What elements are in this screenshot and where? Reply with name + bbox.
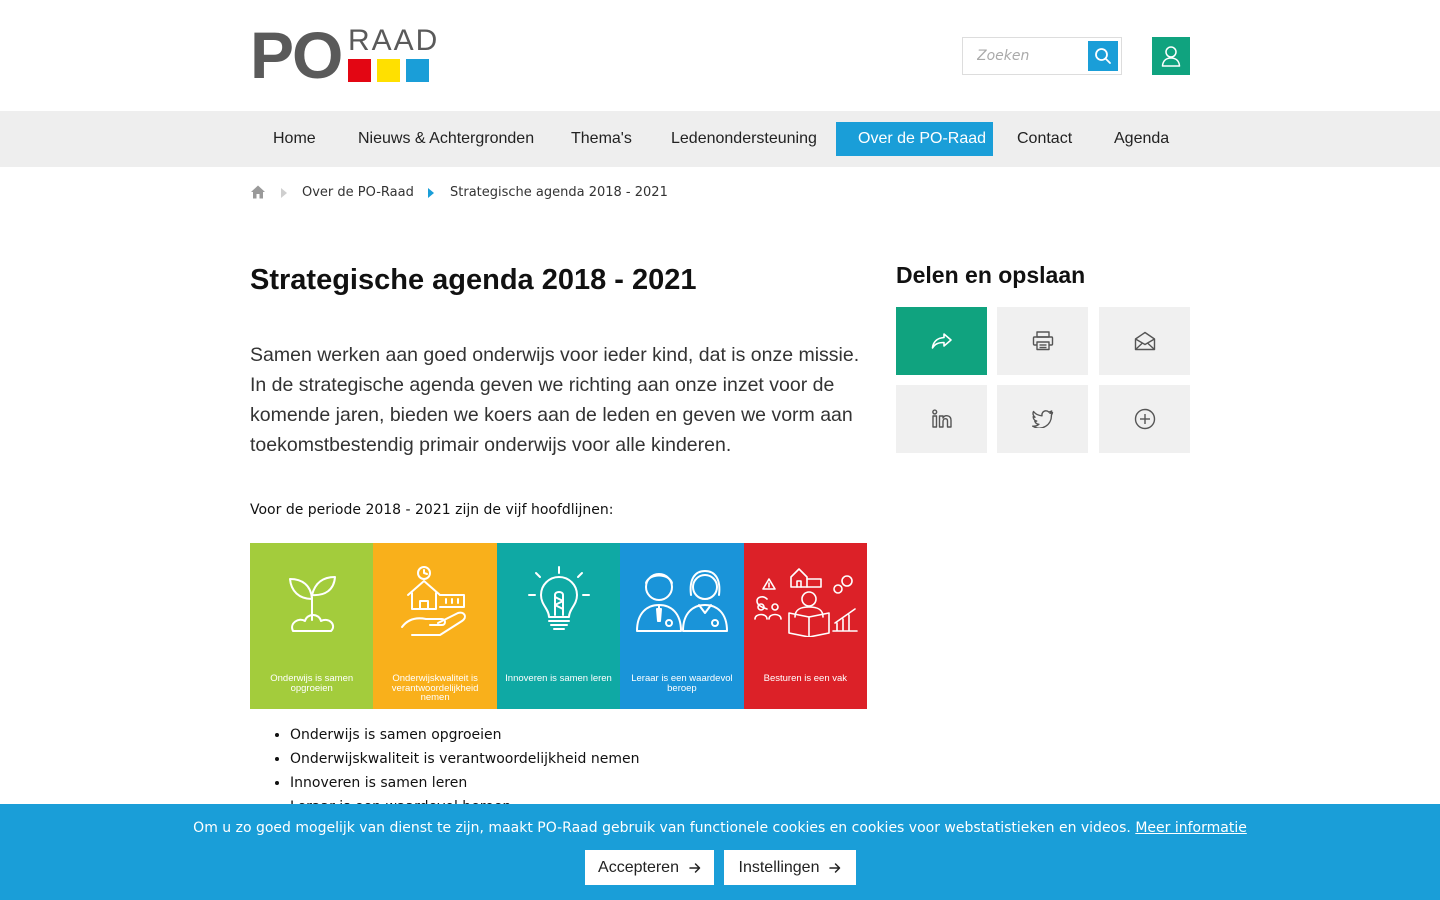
list-item: Onderwijs is samen opgroeien <box>290 726 639 750</box>
nav-item-over-de-po-raad[interactable]: Over de PO-Raad <box>836 122 993 156</box>
intro-paragraph: Samen werken aan goed onderwijs voor ied… <box>250 344 860 456</box>
more-share-button[interactable] <box>1099 385 1190 453</box>
cookie-accept-label: Accepteren <box>598 858 679 876</box>
share-icon <box>931 333 952 349</box>
banner-caption: Innoveren is samen leren <box>505 673 612 684</box>
logo-red-square <box>348 59 371 82</box>
list-item: Onderwijskwaliteit is verantwoordelijkhe… <box>290 750 639 774</box>
main-navigation: Home Nieuws & Achtergronden Thema's Lede… <box>0 111 1440 167</box>
chevron-right-icon <box>428 187 434 202</box>
banner-tile-besturen: Besturen is een vak <box>743 543 868 709</box>
logo-raad-text: RAAD <box>348 24 440 57</box>
twitter-icon <box>1031 410 1053 428</box>
nav-item-contact[interactable]: Contact <box>995 122 1094 156</box>
banner-tile-leraar: Leraar is een waardevol beroep <box>620 543 744 709</box>
email-button[interactable] <box>1099 307 1190 375</box>
governance-icon <box>754 568 859 637</box>
banner-tile-innoveren: Innoveren is samen leren <box>496 543 621 709</box>
arrow-right-icon <box>829 862 841 873</box>
search-button[interactable] <box>1088 41 1118 71</box>
banner-caption: Leraar is een waardevol beroep <box>631 673 733 694</box>
breadcrumb-home-link[interactable] <box>250 184 266 204</box>
po-raad-logo[interactable]: PO RAAD <box>250 22 437 88</box>
arrow-right-icon <box>689 862 701 873</box>
nav-item-nieuws[interactable]: Nieuws & Achtergronden <box>336 122 556 156</box>
twitter-share-button[interactable] <box>997 385 1088 453</box>
print-button[interactable] <box>997 307 1088 375</box>
cookie-message: Om u zo goed mogelijk van dienst te zijn… <box>0 820 1440 836</box>
chevron-right-icon <box>281 187 287 202</box>
teachers-icon <box>635 570 728 632</box>
nav-item-home[interactable]: Home <box>251 122 338 156</box>
site-header: PO RAAD <box>0 0 1440 111</box>
linkedin-icon <box>931 409 952 428</box>
logo-yellow-square <box>377 59 400 82</box>
list-item: Innoveren is samen leren <box>290 774 639 798</box>
logo-blue-square <box>406 59 429 82</box>
banner-tile-verantwoordelijkheid: Onderwijskwaliteit is verantwoordelijkhe… <box>373 543 497 709</box>
nav-item-agenda[interactable]: Agenda <box>1092 122 1191 156</box>
lightbulb-icon <box>527 566 590 630</box>
cookie-settings-label: Instellingen <box>738 858 820 876</box>
search-icon <box>1095 48 1111 64</box>
account-button[interactable] <box>1152 37 1190 75</box>
plant-icon <box>288 576 336 632</box>
cookie-settings-button[interactable]: Instellingen <box>724 850 856 885</box>
cookie-more-info-link[interactable]: Meer informatie <box>1135 820 1247 836</box>
share-section-title: Delen en opslaan <box>896 262 1086 288</box>
search-box <box>962 37 1122 75</box>
banner-tile-samen-opgroeien: Onderwijs is samen opgroeien <box>250 543 374 709</box>
search-input[interactable] <box>963 38 1087 74</box>
cookie-banner <box>0 804 1440 900</box>
lead-text: Voor de periode 2018 - 2021 zijn de vijf… <box>250 502 614 518</box>
breadcrumb-parent-link[interactable]: Over de PO-Raad <box>302 185 414 200</box>
banner-caption: Besturen is een vak <box>763 673 848 684</box>
user-icon <box>1161 46 1181 67</box>
cookie-accept-button[interactable]: Accepteren <box>585 850 714 885</box>
cookie-text: Om u zo goed mogelijk van dienst te zijn… <box>193 820 1131 836</box>
nav-item-ledenondersteuning[interactable]: Ledenondersteuning <box>649 122 839 156</box>
hand-school-icon <box>401 566 467 636</box>
nav-item-themas[interactable]: Thema's <box>549 122 654 156</box>
banner-caption: Onderwijs is samen opgroeien <box>270 673 354 694</box>
logo-po-text: PO <box>250 18 343 92</box>
linkedin-share-button[interactable] <box>896 385 987 453</box>
plus-circle-icon <box>1134 408 1155 430</box>
page-title: Strategische agenda 2018 - 2021 <box>250 264 697 296</box>
banner-caption: Onderwijskwaliteit is verantwoordelijkhe… <box>391 673 479 703</box>
share-button[interactable] <box>896 307 987 375</box>
mail-icon <box>1134 331 1155 351</box>
strategy-banner: Onderwijs is samen opgroeien Onderwijskw… <box>250 543 868 709</box>
print-icon <box>1032 331 1053 351</box>
breadcrumb-current: Strategische agenda 2018 - 2021 <box>450 185 668 200</box>
home-icon <box>251 185 265 199</box>
